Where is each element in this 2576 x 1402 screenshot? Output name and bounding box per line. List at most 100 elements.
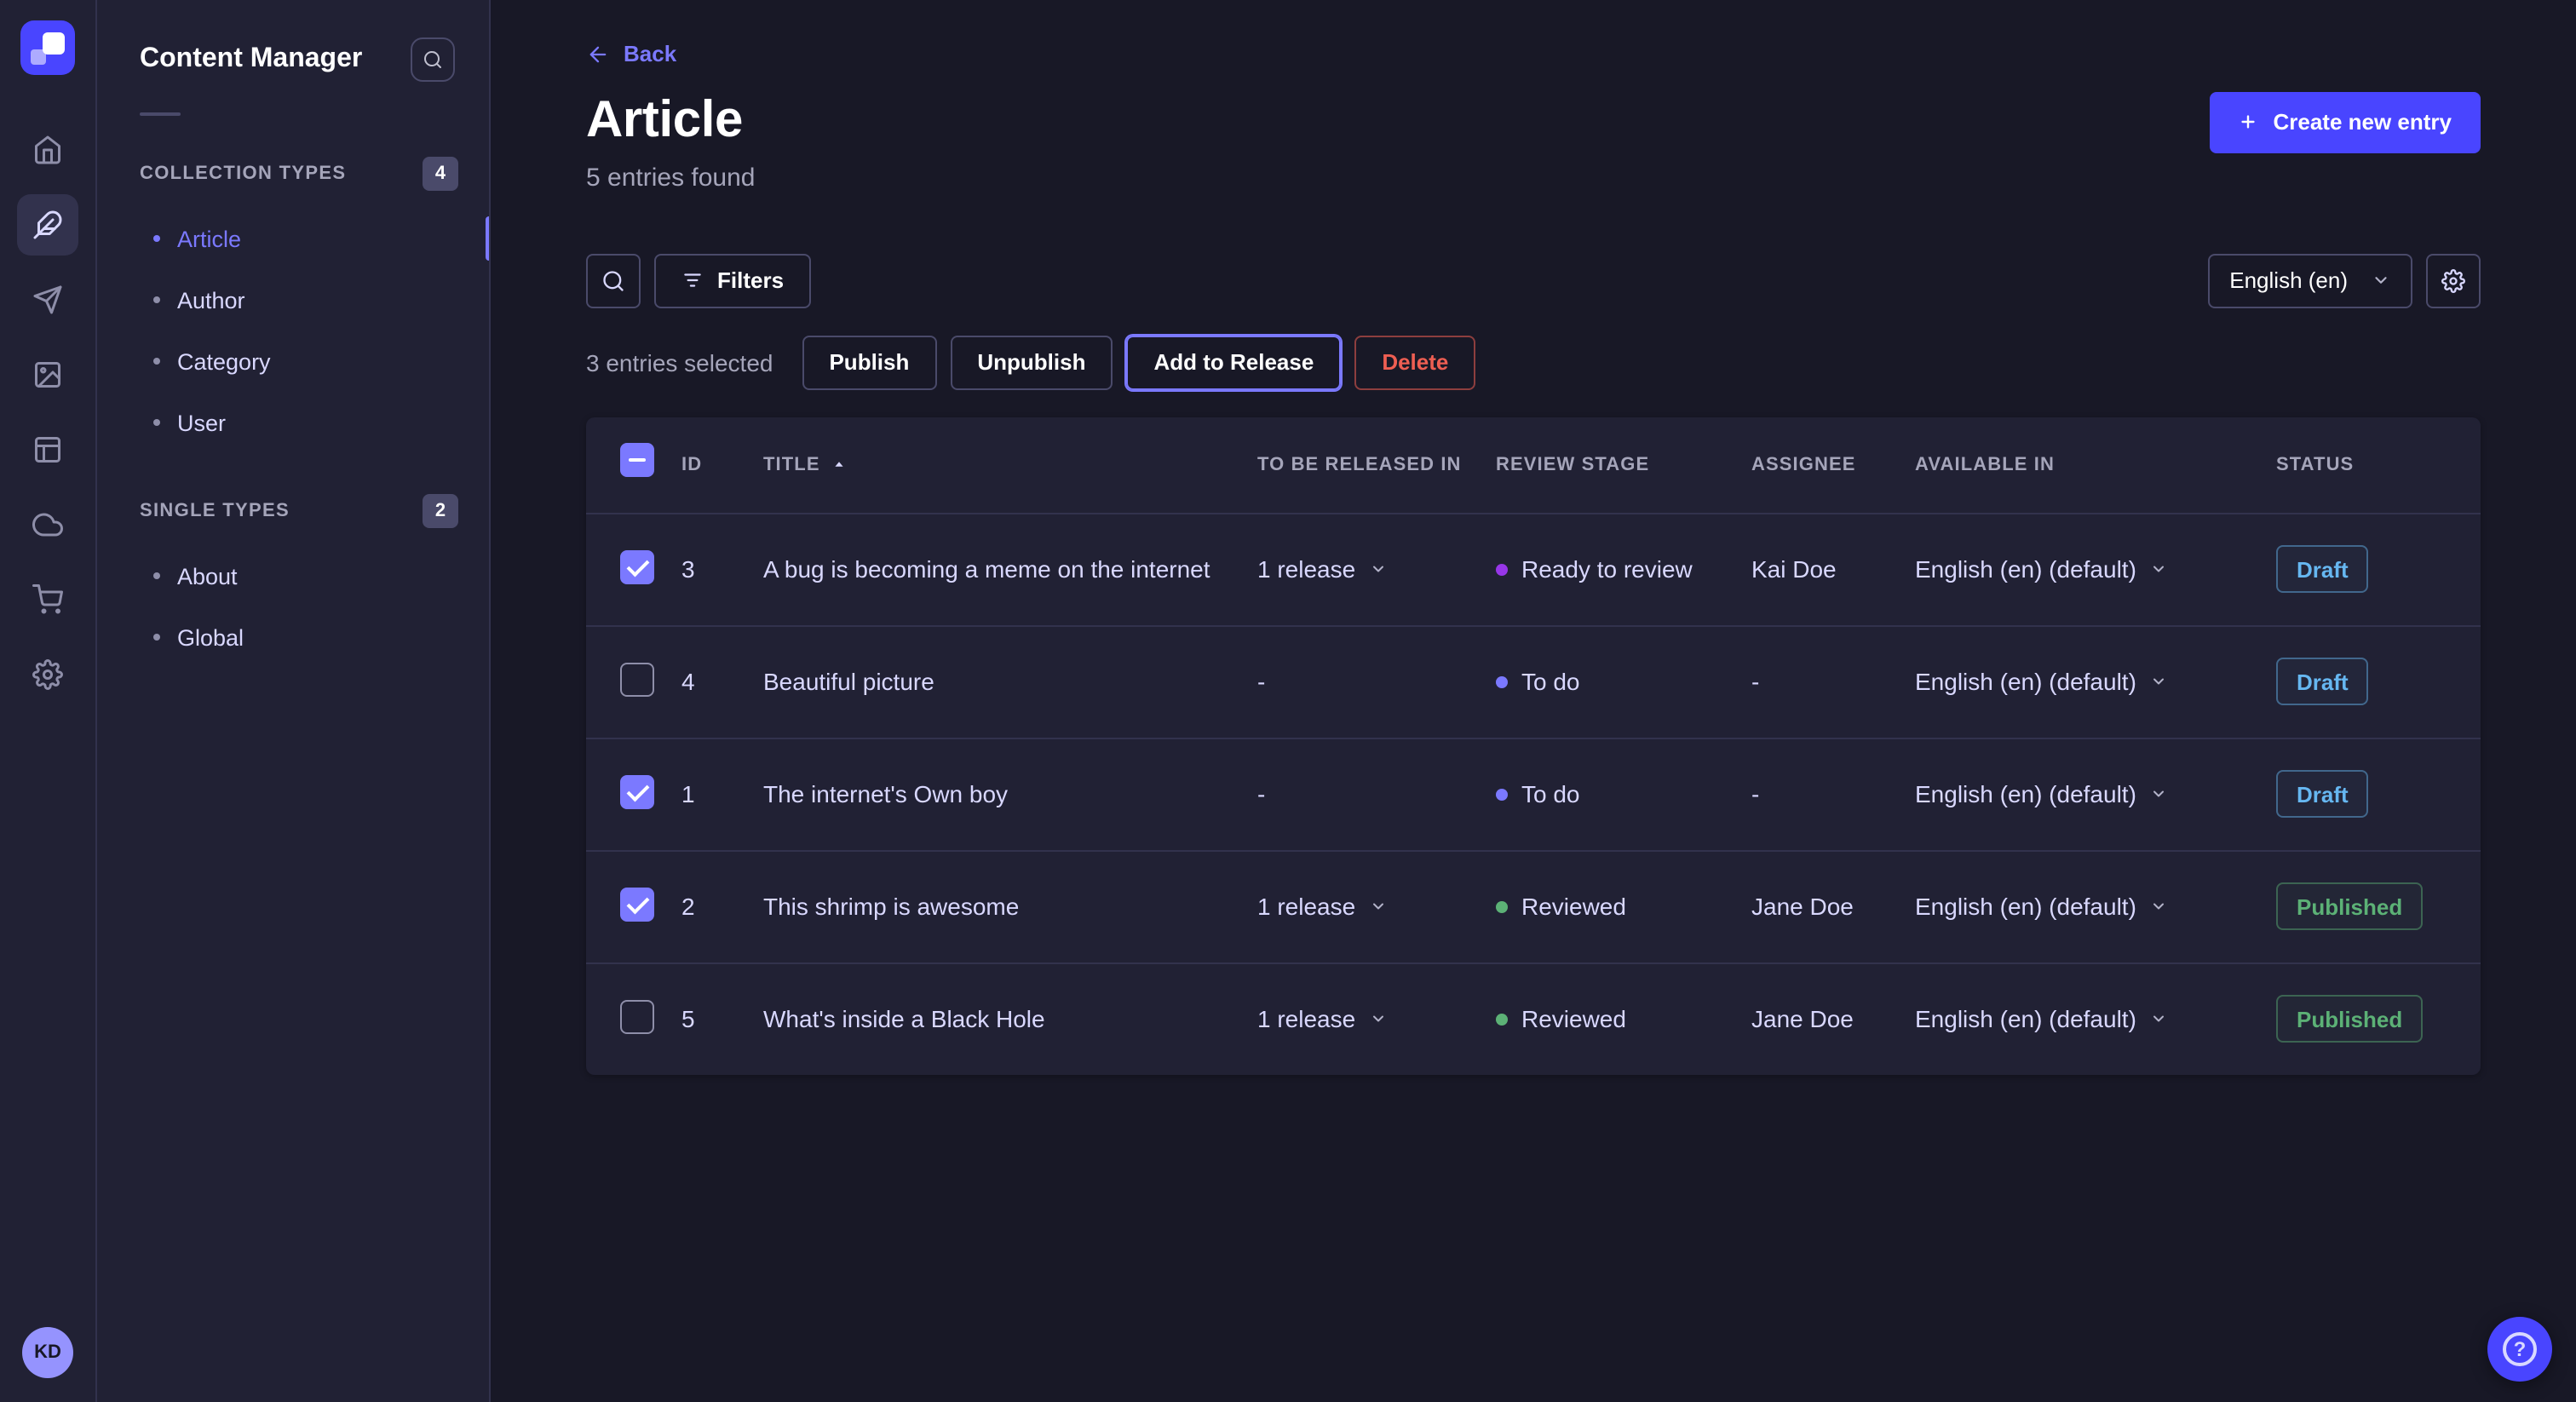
main-content: Back Article 5 entries found Create new … [491,0,2576,1402]
strapi-logo-glyph-secondary [31,49,46,65]
select-all-checkbox[interactable] [620,443,654,477]
sidebar-item-article[interactable]: Article [97,208,489,269]
bullet-icon [153,419,160,426]
release-cell[interactable]: - [1257,780,1496,807]
table-row[interactable]: 3 A bug is becoming a meme on the intern… [586,512,2481,624]
single-types-section: SINGLE TYPES 2 About Global [97,494,489,668]
sidebar-item-label: Author [177,287,245,313]
search-icon [601,268,625,292]
column-header-release[interactable]: TO BE RELEASED IN [1257,454,1496,474]
id-cell: 4 [681,668,763,695]
content-manager-icon[interactable] [17,194,78,256]
row-checkbox[interactable] [620,662,654,696]
assignee-cell: Jane Doe [1751,893,1915,920]
create-new-entry-button[interactable]: Create new entry [2210,91,2481,152]
sidebar-item-author[interactable]: Author [97,269,489,330]
locale-cell[interactable]: English (en) (default) [1915,668,2276,695]
unpublish-button[interactable]: Unpublish [950,335,1113,389]
column-header-available-in[interactable]: AVAILABLE IN [1915,454,2276,474]
release-cell[interactable]: - [1257,668,1496,695]
filter-icon [681,269,704,291]
status-badge: Published [2276,995,2423,1043]
delete-label: Delete [1382,349,1448,375]
row-checkbox[interactable] [620,999,654,1033]
search-button[interactable] [586,253,641,307]
review-stage-cell: To do [1496,780,1751,807]
question-mark-icon: ? [2503,1332,2537,1366]
delete-button[interactable]: Delete [1354,335,1475,389]
sidebar-item-label: Article [177,226,241,251]
release-cell[interactable]: 1 release [1257,1005,1496,1032]
locale-cell[interactable]: English (en) (default) [1915,555,2276,583]
sidebar-divider [140,112,181,116]
media-library-icon[interactable] [17,344,78,405]
home-icon[interactable] [17,119,78,181]
locale-cell[interactable]: English (en) (default) [1915,893,2276,920]
locale-cell[interactable]: English (en) (default) [1915,780,2276,807]
row-checkbox[interactable] [620,774,654,808]
back-label: Back [624,41,676,66]
settings-icon[interactable] [17,644,78,705]
filters-button[interactable]: Filters [654,253,811,307]
locale-select[interactable]: English (en) [2207,253,2412,307]
arrow-left-icon [586,42,610,66]
section-label: COLLECTION TYPES [140,164,346,184]
title-cell: This shrimp is awesome [763,893,1257,920]
release-cell[interactable]: 1 release [1257,893,1496,920]
release-label: 1 release [1257,893,1355,920]
sidebar-search-button[interactable] [411,37,455,82]
row-checkbox[interactable] [620,887,654,921]
sidebar: Content Manager COLLECTION TYPES 4 Artic… [97,0,491,1402]
table-row[interactable]: 2 This shrimp is awesome 1 release Revie… [586,849,2481,962]
column-header-review-stage[interactable]: REVIEW STAGE [1496,454,1751,474]
id-cell: 2 [681,893,763,920]
section-count-badge: 4 [423,157,458,191]
bullet-icon [153,358,160,365]
release-cell[interactable]: 1 release [1257,555,1496,583]
add-to-release-button[interactable]: Add to Release [1126,335,1341,389]
stage-label: Reviewed [1521,1005,1626,1032]
release-label: 1 release [1257,1005,1355,1032]
status-badge: Published [2276,882,2423,930]
column-header-title[interactable]: TITLE [763,454,1257,474]
column-header-title-label: TITLE [763,454,820,474]
avatar[interactable]: KD [22,1327,73,1378]
releases-icon[interactable] [17,269,78,330]
sidebar-item-user[interactable]: User [97,392,489,453]
chevron-down-icon [2150,673,2167,690]
title-cell: The internet's Own boy [763,780,1257,807]
id-cell: 3 [681,555,763,583]
content-type-builder-icon[interactable] [17,419,78,480]
column-header-status[interactable]: STATUS [2276,454,2447,474]
bullet-icon [153,572,160,579]
back-link[interactable]: Back [586,41,676,66]
table-row[interactable]: 4 Beautiful picture - To do - English (e… [586,624,2481,737]
sidebar-item-about[interactable]: About [97,545,489,606]
table-row[interactable]: 5 What's inside a Black Hole 1 release R… [586,962,2481,1074]
locale-label: English (en) (default) [1915,1005,2136,1032]
column-header-assignee[interactable]: ASSIGNEE [1751,454,1915,474]
stage-label: Reviewed [1521,893,1626,920]
cloud-icon[interactable] [17,494,78,555]
stage-dot [1496,1013,1508,1025]
column-header-id[interactable]: ID [681,454,763,474]
create-new-entry-label: Create new entry [2273,109,2452,135]
view-settings-button[interactable] [2426,253,2481,307]
sidebar-item-category[interactable]: Category [97,330,489,392]
review-stage-cell: Reviewed [1496,1005,1751,1032]
section-label: SINGLE TYPES [140,501,290,521]
strapi-logo [20,20,75,75]
marketplace-icon[interactable] [17,569,78,630]
release-chevron-icon [1369,898,1386,915]
table-header-row: ID TITLE TO BE RELEASED IN REVIEW STAGE … [586,417,2481,512]
row-checkbox[interactable] [620,549,654,583]
release-label: - [1257,668,1265,695]
page-title: Article [586,88,756,152]
sidebar-item-label: Global [177,624,244,650]
locale-cell[interactable]: English (en) (default) [1915,1005,2276,1032]
app: KD Content Manager COLLECTION TYPES 4 Ar… [0,0,2576,1402]
help-button[interactable]: ? [2487,1317,2552,1382]
publish-button[interactable]: Publish [802,335,936,389]
table-row[interactable]: 1 The internet's Own boy - To do - Engli… [586,737,2481,849]
sidebar-item-global[interactable]: Global [97,606,489,668]
